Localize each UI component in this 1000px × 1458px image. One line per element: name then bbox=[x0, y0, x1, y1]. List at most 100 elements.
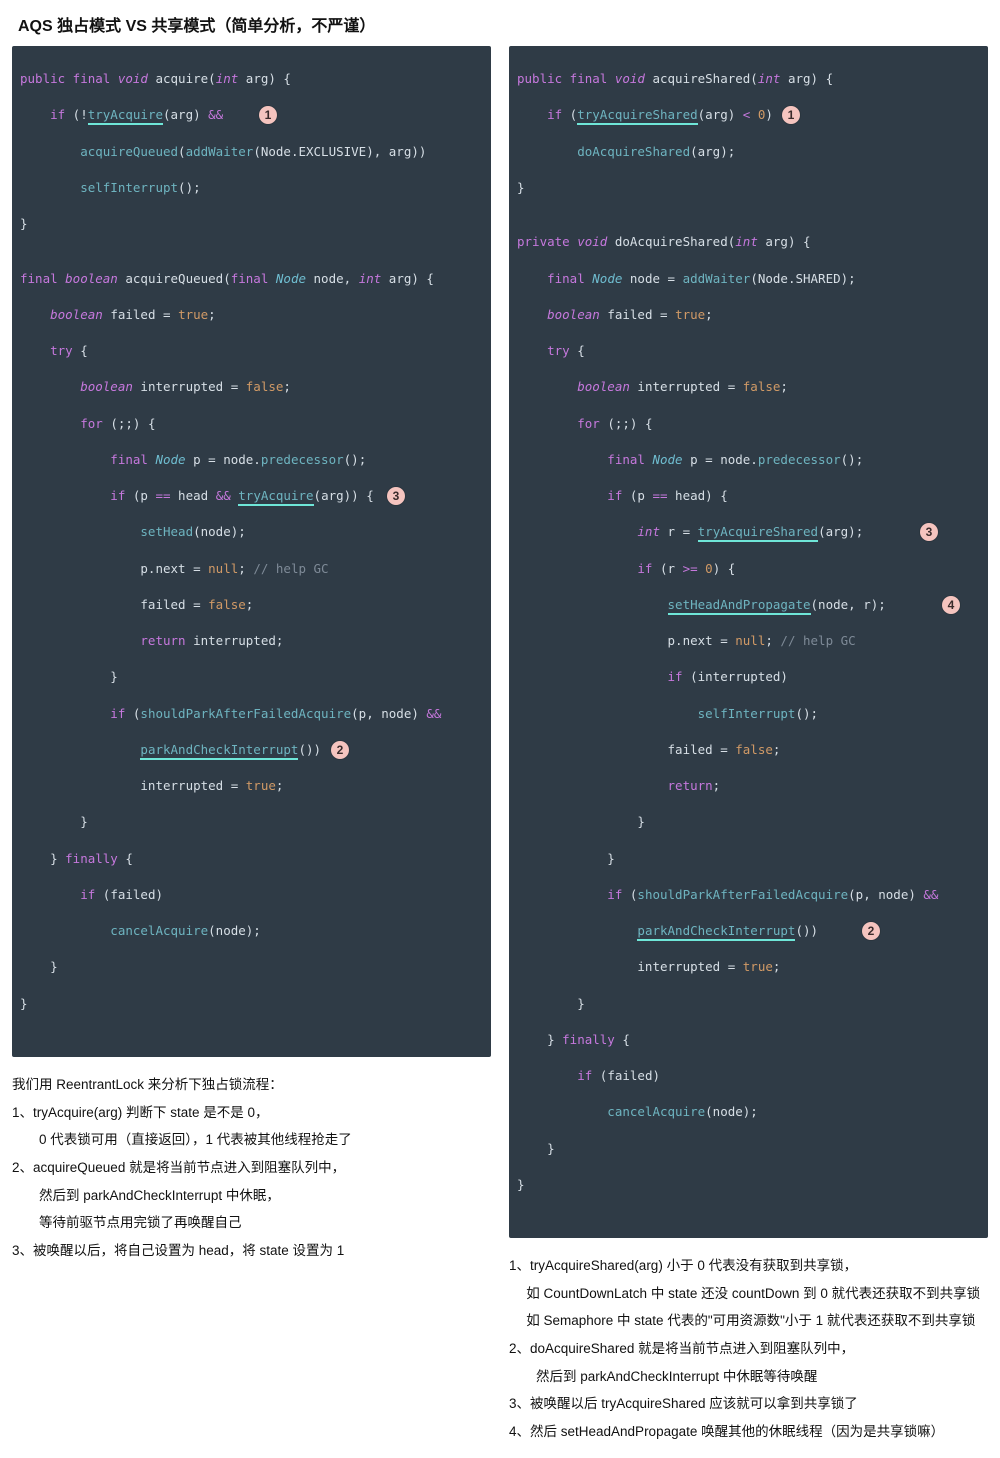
t: try bbox=[517, 343, 570, 358]
t: int bbox=[359, 271, 382, 286]
t: false bbox=[208, 597, 246, 612]
left-column: public final void acquire(int arg) { if … bbox=[12, 46, 491, 1446]
t: shouldParkAfterFailedAcquire bbox=[637, 887, 848, 902]
t: } bbox=[517, 850, 980, 868]
t: false bbox=[735, 742, 773, 757]
note-line: 1、tryAcquire(arg) 判断下 state 是不是 0， bbox=[12, 1099, 491, 1127]
t: } bbox=[517, 813, 980, 831]
t: (failed) bbox=[592, 1068, 660, 1083]
badge-4: 4 bbox=[942, 596, 960, 614]
t: (node); bbox=[193, 524, 246, 539]
t: shouldParkAfterFailedAcquire bbox=[140, 706, 351, 721]
t: if bbox=[20, 887, 95, 902]
t: failed = bbox=[103, 307, 178, 322]
t: (! bbox=[65, 107, 88, 122]
t bbox=[750, 107, 758, 122]
t: Node bbox=[592, 271, 622, 286]
t: tryAcquireShared bbox=[698, 524, 818, 542]
t: (node, r); bbox=[811, 597, 886, 612]
t: && bbox=[208, 107, 223, 122]
t: ; bbox=[713, 778, 721, 793]
t: int bbox=[517, 524, 660, 539]
t: interrupted = bbox=[133, 379, 246, 394]
t: parkAndCheckInterrupt bbox=[637, 923, 795, 941]
note-line: 3、被唤醒以后 tryAcquireShared 应该就可以拿到共享锁了 bbox=[509, 1390, 988, 1418]
t: if bbox=[20, 107, 65, 122]
t: ) bbox=[765, 107, 773, 122]
t: ; bbox=[246, 597, 254, 612]
t: } bbox=[517, 1032, 562, 1047]
t: acquireQueued( bbox=[118, 271, 231, 286]
t: int bbox=[735, 234, 758, 249]
t: interrupted = bbox=[630, 379, 743, 394]
t: p.next = bbox=[20, 561, 208, 576]
badge-2: 2 bbox=[862, 922, 880, 940]
t: for bbox=[517, 416, 600, 431]
t: interrupted; bbox=[186, 633, 284, 648]
t: (Node.SHARED); bbox=[750, 271, 855, 286]
t: tryAcquireShared bbox=[577, 107, 697, 125]
t: ( bbox=[125, 706, 140, 721]
t: cancelAcquire bbox=[20, 923, 208, 938]
t: for bbox=[20, 416, 103, 431]
t: if bbox=[517, 561, 652, 576]
t: (p, node) bbox=[351, 706, 426, 721]
t: boolean bbox=[20, 307, 103, 322]
t: (node); bbox=[705, 1104, 758, 1119]
t: ; bbox=[765, 633, 780, 648]
t: && bbox=[426, 706, 441, 721]
t: { bbox=[73, 343, 88, 358]
t: setHead bbox=[20, 524, 193, 539]
note-line: 然后到 parkAndCheckInterrupt 中休眠等待唤醒 bbox=[509, 1363, 988, 1391]
t: boolean bbox=[517, 379, 630, 394]
t: if bbox=[517, 488, 622, 503]
t: && bbox=[216, 488, 231, 503]
t: (); bbox=[344, 452, 367, 467]
t: void bbox=[118, 71, 148, 86]
t: ; bbox=[283, 379, 291, 394]
t: ( bbox=[562, 107, 577, 122]
note-line: 2、acquireQueued 就是将当前节点进入到阻塞队列中， bbox=[12, 1154, 491, 1182]
t: final bbox=[20, 452, 155, 467]
t: final bbox=[517, 452, 652, 467]
t: head) { bbox=[668, 488, 728, 503]
t: ()) bbox=[795, 923, 818, 938]
t bbox=[20, 742, 140, 757]
t: { bbox=[615, 1032, 630, 1047]
note-line: 如 CountDownLatch 中 state 还没 countDown 到 … bbox=[509, 1280, 988, 1308]
t: null bbox=[735, 633, 765, 648]
note-line: 我们用 ReentrantLock 来分析下独占锁流程： bbox=[12, 1071, 491, 1099]
t: ; bbox=[238, 561, 253, 576]
t: (;;) { bbox=[103, 416, 156, 431]
t: ()) bbox=[298, 742, 321, 757]
t: head bbox=[171, 488, 216, 503]
t: true bbox=[743, 959, 773, 974]
t: if bbox=[517, 107, 562, 122]
t: { bbox=[118, 851, 133, 866]
t bbox=[517, 597, 668, 612]
t: parkAndCheckInterrupt bbox=[140, 742, 298, 760]
note-line: 0 代表锁可用（直接返回），1 代表被其他线程抢走了 bbox=[12, 1126, 491, 1154]
t: >= bbox=[683, 561, 698, 576]
t: acquire( bbox=[148, 71, 216, 86]
t: node = bbox=[622, 271, 682, 286]
t: void bbox=[615, 71, 645, 86]
t: finally bbox=[562, 1032, 615, 1047]
t: (); bbox=[178, 180, 201, 195]
t: tryAcquire bbox=[88, 107, 163, 125]
t: addWaiter bbox=[186, 144, 254, 159]
t: p = node. bbox=[683, 452, 758, 467]
t: cancelAcquire bbox=[517, 1104, 705, 1119]
t: ; bbox=[276, 778, 284, 793]
t: (); bbox=[841, 452, 864, 467]
note-line: 2、doAcquireShared 就是将当前节点进入到阻塞队列中， bbox=[509, 1335, 988, 1363]
t: (Node.EXCLUSIVE), arg)) bbox=[253, 144, 426, 159]
badge-2: 2 bbox=[331, 741, 349, 759]
t: (p bbox=[125, 488, 155, 503]
t: { bbox=[570, 343, 585, 358]
t: (arg); bbox=[818, 524, 863, 539]
note-line: 3、被唤醒以后，将自己设置为 head，将 state 设置为 1 bbox=[12, 1237, 491, 1265]
note-line: 等待前驱节点用完锁了再唤醒自己 bbox=[12, 1209, 491, 1237]
t: } bbox=[517, 179, 980, 197]
t: (arg)) { bbox=[314, 488, 374, 503]
